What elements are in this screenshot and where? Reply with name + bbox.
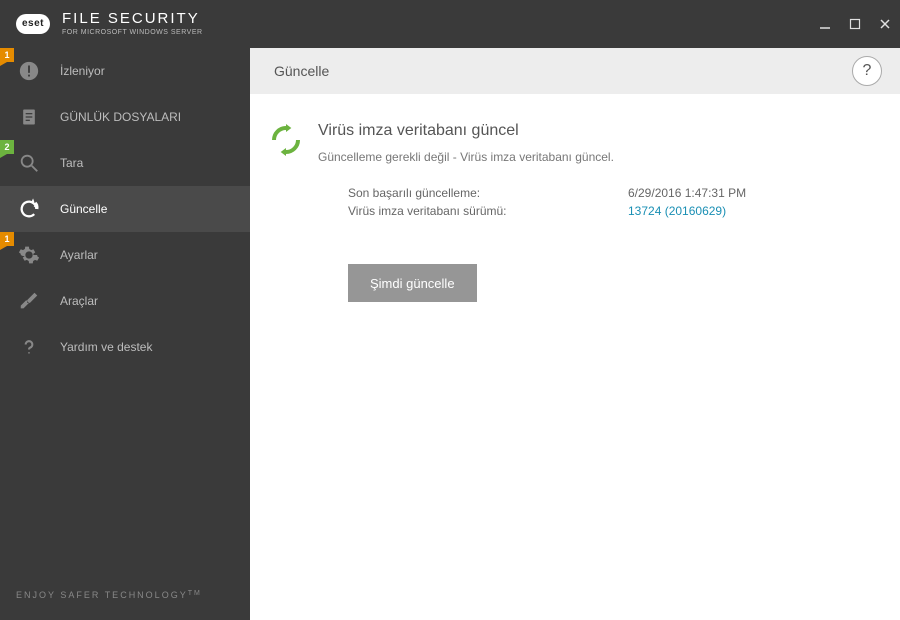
badge-alert: 1: [0, 232, 14, 246]
db-version-label: Virüs imza veritabanı sürümü:: [348, 204, 628, 218]
sidebar-item-label: GÜNLÜK DOSYALARI: [60, 110, 181, 124]
sidebar-item-label: Ayarlar: [60, 248, 98, 262]
db-version-link[interactable]: 13724 (20160629): [628, 204, 726, 218]
sidebar-item-label: Güncelle: [60, 202, 107, 216]
badge-count: 2: [0, 140, 14, 154]
minimize-button[interactable]: [818, 17, 832, 31]
content-area: Güncelle ? Virüs imza veritabanı güncel …: [250, 48, 900, 620]
app-title: FILE SECURITY: [62, 11, 203, 28]
last-update-label: Son başarılı güncelleme:: [348, 186, 628, 200]
sidebar-item-label: İzleniyor: [60, 64, 105, 78]
sidebar-item-update[interactable]: Güncelle: [0, 186, 250, 232]
title-text-block: FILE SECURITY FOR MICROSOFT WINDOWS SERV…: [62, 11, 203, 36]
status-ok-icon: [270, 124, 302, 156]
sidebar-item-label: Araçlar: [60, 294, 98, 308]
help-button[interactable]: ?: [852, 56, 882, 86]
trademark-symbol: TM: [188, 590, 202, 597]
sidebar: 1 İzleniyor GÜNLÜK DOSYALARI 2 Tara: [0, 48, 250, 620]
sidebar-item-scan[interactable]: 2 Tara: [0, 140, 250, 186]
help-icon: ?: [863, 62, 872, 80]
update-details: Son başarılı güncelleme: 6/29/2016 1:47:…: [348, 186, 880, 218]
update-now-button[interactable]: Şimdi güncelle: [348, 264, 477, 302]
sidebar-item-monitoring[interactable]: 1 İzleniyor: [0, 48, 250, 94]
tools-icon: [18, 290, 40, 312]
alert-icon: [18, 60, 40, 82]
logo-text: eset: [22, 14, 44, 34]
content-header: Güncelle ?: [250, 48, 900, 94]
maximize-button[interactable]: [848, 17, 862, 31]
sidebar-item-tools[interactable]: Araçlar: [0, 278, 250, 324]
status-heading: Virüs imza veritabanı güncel: [318, 122, 614, 140]
sidebar-item-label: Yardım ve destek: [60, 340, 152, 354]
badge-alert: 1: [0, 48, 14, 62]
status-description: Güncelleme gerekli değil - Virüs imza ve…: [318, 150, 614, 164]
title-bar: eset FILE SECURITY FOR MICROSOFT WINDOWS…: [0, 0, 900, 48]
last-update-value: 6/29/2016 1:47:31 PM: [628, 186, 746, 200]
app-subtitle: FOR MICROSOFT WINDOWS SERVER: [62, 29, 203, 37]
refresh-icon: [18, 198, 40, 220]
document-icon: [18, 106, 40, 128]
sidebar-footer: ENJOY SAFER TECHNOLOGYTM: [0, 570, 250, 620]
logo-eset: eset: [16, 14, 50, 34]
sidebar-item-logs[interactable]: GÜNLÜK DOSYALARI: [0, 94, 250, 140]
footer-slogan: ENJOY SAFER TECHNOLOGY: [16, 590, 188, 600]
sidebar-item-help[interactable]: Yardım ve destek: [0, 324, 250, 370]
page-title: Güncelle: [274, 63, 329, 79]
search-icon: [18, 152, 40, 174]
sidebar-item-settings[interactable]: 1 Ayarlar: [0, 232, 250, 278]
gear-icon: [18, 244, 40, 266]
sidebar-item-label: Tara: [60, 156, 83, 170]
question-icon: [18, 336, 40, 358]
close-button[interactable]: [878, 17, 892, 31]
